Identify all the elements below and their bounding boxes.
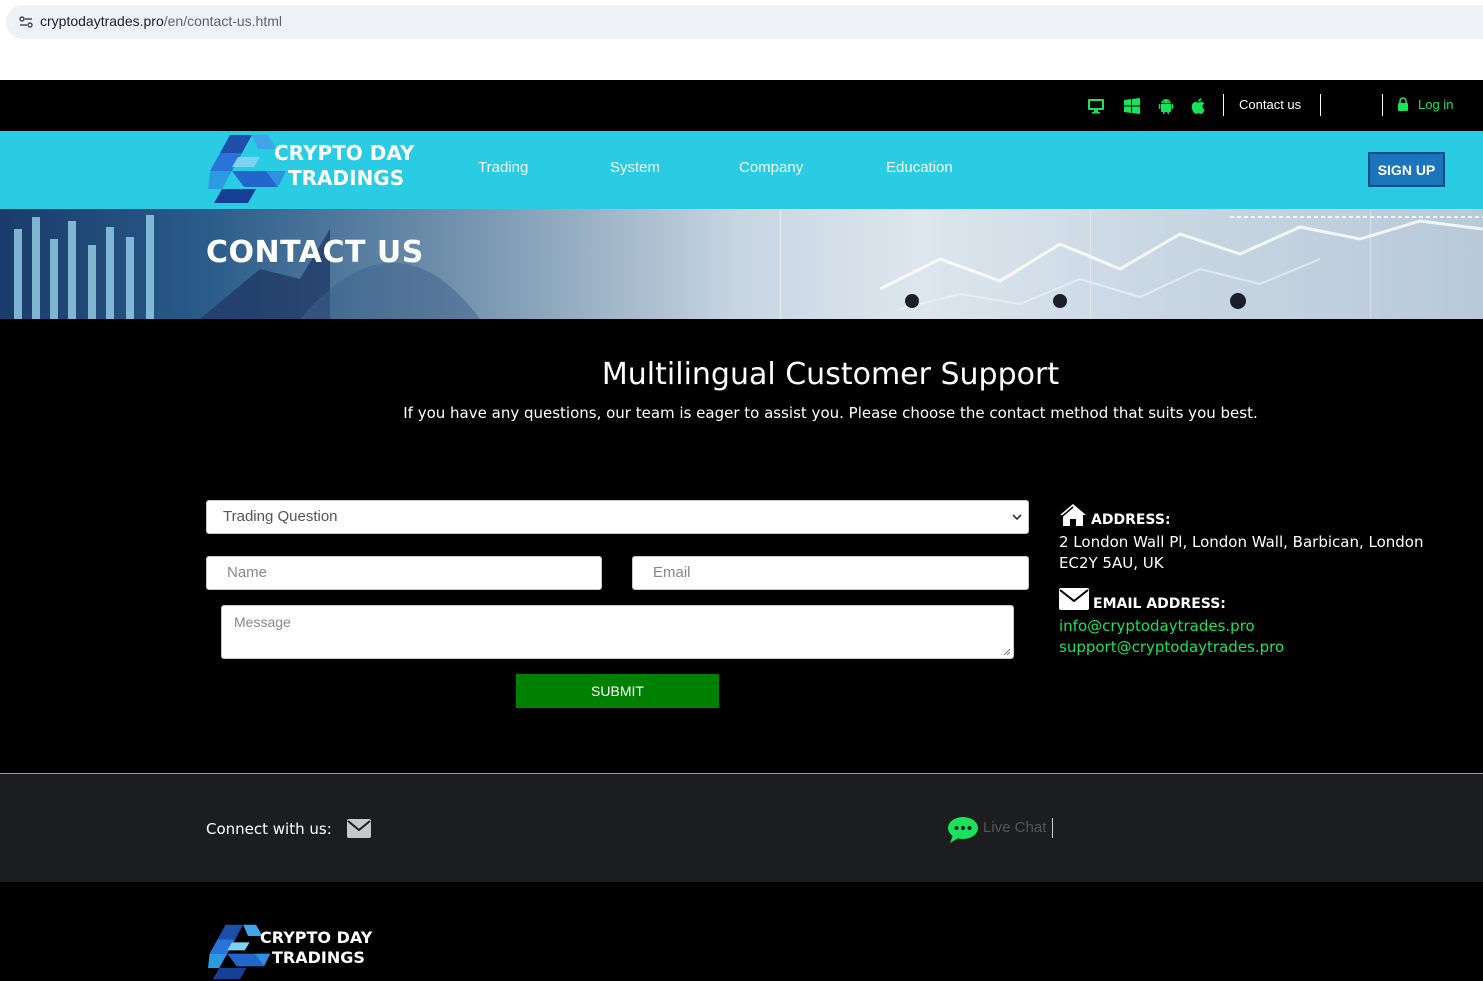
connect-label: Connect with us: bbox=[206, 820, 332, 838]
windows-icon[interactable] bbox=[1123, 97, 1141, 115]
hero-banner: CONTACT US bbox=[0, 209, 1483, 319]
topic-select[interactable]: Trading Question bbox=[206, 500, 1029, 534]
footer-logo[interactable]: CRYPTO DAY TRADINGS bbox=[208, 924, 388, 980]
topic-selected-value: Trading Question bbox=[223, 508, 338, 525]
chevron-down-icon bbox=[1012, 514, 1022, 521]
resize-handle-icon[interactable] bbox=[1003, 648, 1011, 656]
top-bar: Contact us Log in bbox=[0, 80, 1483, 131]
connect-bar: Connect with us: Live Chat bbox=[0, 774, 1483, 882]
info-email-link[interactable]: info@cryptodaytrades.pro bbox=[1059, 617, 1255, 635]
topbar-divider bbox=[1223, 94, 1224, 116]
topbar-divider bbox=[1382, 94, 1383, 116]
live-chat-link[interactable]: Live Chat bbox=[983, 819, 1046, 836]
contact-section: Multilingual Customer Support If you hav… bbox=[0, 319, 1483, 773]
desktop-icon[interactable] bbox=[1087, 97, 1105, 115]
site-settings-icon[interactable] bbox=[18, 14, 34, 30]
home-icon bbox=[1060, 504, 1086, 526]
submit-button[interactable]: SUBMIT bbox=[516, 674, 719, 708]
envelope-icon bbox=[1059, 588, 1089, 610]
sign-up-button[interactable]: SIGN UP bbox=[1368, 152, 1445, 187]
url-field[interactable]: cryptodaytrades.pro/en/contact-us.html bbox=[6, 5, 1483, 39]
nav-item-education[interactable]: Education bbox=[886, 159, 953, 176]
nav-item-trading[interactable]: Trading bbox=[478, 159, 528, 176]
email-address-label: EMAIL ADDRESS: bbox=[1093, 596, 1226, 612]
apple-icon[interactable] bbox=[1190, 97, 1208, 115]
message-placeholder: Message bbox=[234, 614, 291, 630]
url-domain: cryptodaytrades.pro bbox=[40, 13, 164, 29]
url-text: cryptodaytrades.pro/en/contact-us.html bbox=[40, 13, 282, 29]
footer-logo-line1: CRYPTO DAY bbox=[260, 928, 373, 947]
browser-address-bar: cryptodaytrades.pro/en/contact-us.html bbox=[0, 0, 1483, 80]
text-cursor bbox=[1052, 818, 1053, 838]
main-navbar: CRYPTO DAY TRADINGS Trading System Compa… bbox=[0, 131, 1483, 209]
message-textarea[interactable]: Message bbox=[221, 605, 1014, 659]
url-path: /en/contact-us.html bbox=[163, 13, 283, 29]
android-icon[interactable] bbox=[1157, 97, 1175, 115]
address-line2: EC2Y 5AU, UK bbox=[1059, 554, 1164, 572]
support-heading: Multilingual Customer Support bbox=[601, 357, 1060, 392]
mail-icon[interactable] bbox=[347, 819, 371, 838]
logo-text-line2: TRADINGS bbox=[288, 166, 405, 190]
support-subheading: If you have any questions, our team is e… bbox=[403, 404, 1258, 422]
footer-logo-line2: TRADINGS bbox=[272, 948, 365, 967]
footer: CRYPTO DAY TRADINGS bbox=[0, 882, 1483, 981]
page-title: CONTACT US bbox=[206, 235, 424, 270]
site-logo[interactable]: CRYPTO DAY TRADINGS bbox=[208, 135, 428, 205]
lock-icon bbox=[1398, 97, 1408, 111]
logo-text-line1: CRYPTO DAY bbox=[274, 141, 415, 165]
chat-bubble-icon[interactable] bbox=[947, 816, 979, 844]
contact-us-link[interactable]: Contact us bbox=[1239, 97, 1301, 112]
nav-item-company[interactable]: Company bbox=[739, 159, 803, 176]
topbar-divider bbox=[1320, 94, 1321, 116]
nav-item-system[interactable]: System bbox=[610, 159, 660, 176]
address-label: ADDRESS: bbox=[1091, 512, 1171, 528]
login-link[interactable]: Log in bbox=[1418, 97, 1453, 112]
address-line1: 2 London Wall Pl, London Wall, Barbican,… bbox=[1059, 533, 1424, 551]
name-input[interactable]: Name bbox=[206, 556, 602, 590]
support-email-link[interactable]: support@cryptodaytrades.pro bbox=[1059, 638, 1284, 656]
email-input[interactable]: Email bbox=[632, 556, 1029, 590]
